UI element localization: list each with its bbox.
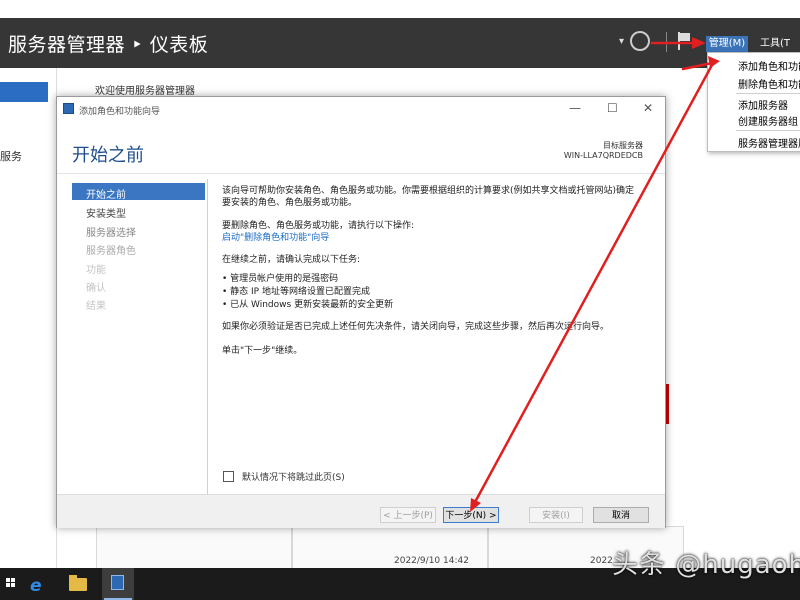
menu-item-create-server-group[interactable]: 创建服务器组: [738, 113, 798, 128]
page-title: 服务器管理器 ‣ 仪表板: [8, 34, 209, 56]
tools-menu-button[interactable]: 工具(T: [760, 36, 790, 52]
nav-item-confirmation: 确认: [86, 283, 106, 294]
nav-item-server-selection[interactable]: 服务器选择: [86, 224, 136, 239]
add-roles-wizard-dialog: 添加角色和功能向导 — ☐ ✕ 开始之前 目标服务器 WIN-LLA7QRDED…: [56, 96, 666, 528]
remove-roles-link[interactable]: 启动"删除角色和功能"向导: [222, 230, 329, 243]
nav-item-features: 功能: [86, 265, 106, 276]
destination-server-label: 目标服务器: [603, 141, 643, 150]
dialog-titlebar: 添加角色和功能向导 — ☐ ✕: [57, 97, 665, 123]
watermark: 头条 @hugaoha: [612, 550, 800, 580]
menu-item-properties[interactable]: 服务器管理器属: [738, 135, 800, 150]
menu-item-remove-roles[interactable]: 删除角色和功能: [738, 76, 800, 91]
dialog-title: 添加角色和功能向导: [79, 107, 161, 117]
menu-item-add-servers[interactable]: 添加服务器: [738, 97, 788, 112]
destination-server-name: WIN-LLA7QRDEDCB: [563, 151, 643, 160]
skip-page-checkbox[interactable]: [223, 471, 234, 482]
nav-item-results: 结果: [86, 301, 106, 312]
nav-item-server-roles: 服务器角色: [86, 246, 136, 257]
tile-timestamp: 2022: [590, 556, 613, 566]
windows-start-icon[interactable]: [6, 578, 16, 588]
menu-separator: [736, 93, 800, 94]
dashboard-tile: [96, 526, 292, 570]
prereq-heading: 在继续之前，请确认完成以下任务:: [222, 255, 361, 265]
wizard-heading: 开始之前: [72, 145, 144, 166]
nav-item-before-you-begin[interactable]: 开始之前: [86, 186, 126, 201]
close-icon[interactable]: ✕: [643, 101, 653, 115]
minimize-icon[interactable]: —: [569, 101, 581, 115]
sidebar-item-dashboard[interactable]: [0, 82, 48, 102]
internet-explorer-icon[interactable]: e: [30, 576, 42, 596]
nav-item-installation-type[interactable]: 安装类型: [86, 205, 126, 220]
intro-text: 要安装的角色、角色服务或功能。: [222, 198, 358, 208]
server-manager-taskbar-icon[interactable]: [102, 568, 134, 600]
continue-text: 单击"下一步"继续。: [222, 346, 303, 356]
cancel-button[interactable]: 取消: [593, 507, 649, 523]
server-manager-header: 服务器管理器 ‣ 仪表板 ▾: [0, 18, 800, 68]
refresh-icon[interactable]: [630, 31, 650, 51]
notification-flag-icon[interactable]: [678, 32, 692, 50]
skip-page-label[interactable]: 默认情况下将跳过此页(S): [242, 470, 345, 483]
tile-timestamp: 2022/9/10 14:42: [394, 556, 469, 566]
previous-button[interactable]: < 上一步(P): [380, 507, 436, 523]
sidebar: [0, 68, 57, 568]
divider: [207, 179, 208, 499]
divider: [57, 173, 665, 174]
menu-item-add-roles[interactable]: 添加角色和功能: [738, 58, 800, 73]
install-button[interactable]: 安装(I): [529, 507, 583, 523]
menu-separator: [736, 130, 800, 131]
chevron-down-icon[interactable]: ▾: [619, 36, 624, 47]
prereq-item: • 静态 IP 地址等网络设置已配置完成: [222, 287, 370, 297]
manage-menu-button[interactable]: 管理(M): [706, 36, 748, 52]
prereq-item: • 管理员帐户使用的是强密码: [222, 274, 339, 284]
top-strip: [0, 0, 800, 18]
prereq-item: • 已从 Windows 更新安装最新的安全更新: [222, 300, 394, 310]
file-explorer-icon[interactable]: [69, 575, 87, 591]
sidebar-item-services[interactable]: 服务: [0, 148, 22, 164]
divider: [666, 32, 667, 52]
maximize-icon[interactable]: ☐: [607, 101, 618, 115]
manage-dropdown-menu: 添加角色和功能 删除角色和功能 添加服务器 创建服务器组 服务器管理器属: [707, 52, 800, 152]
welcome-heading: 欢迎使用服务器管理器: [95, 86, 195, 97]
verify-text: 如果你必须验证是否已完成上述任何先决条件，请关闭向导，完成这些步骤，然后再次运行…: [222, 322, 610, 332]
next-button[interactable]: 下一步(N) >: [443, 507, 499, 523]
server-manager-icon: [63, 103, 74, 114]
